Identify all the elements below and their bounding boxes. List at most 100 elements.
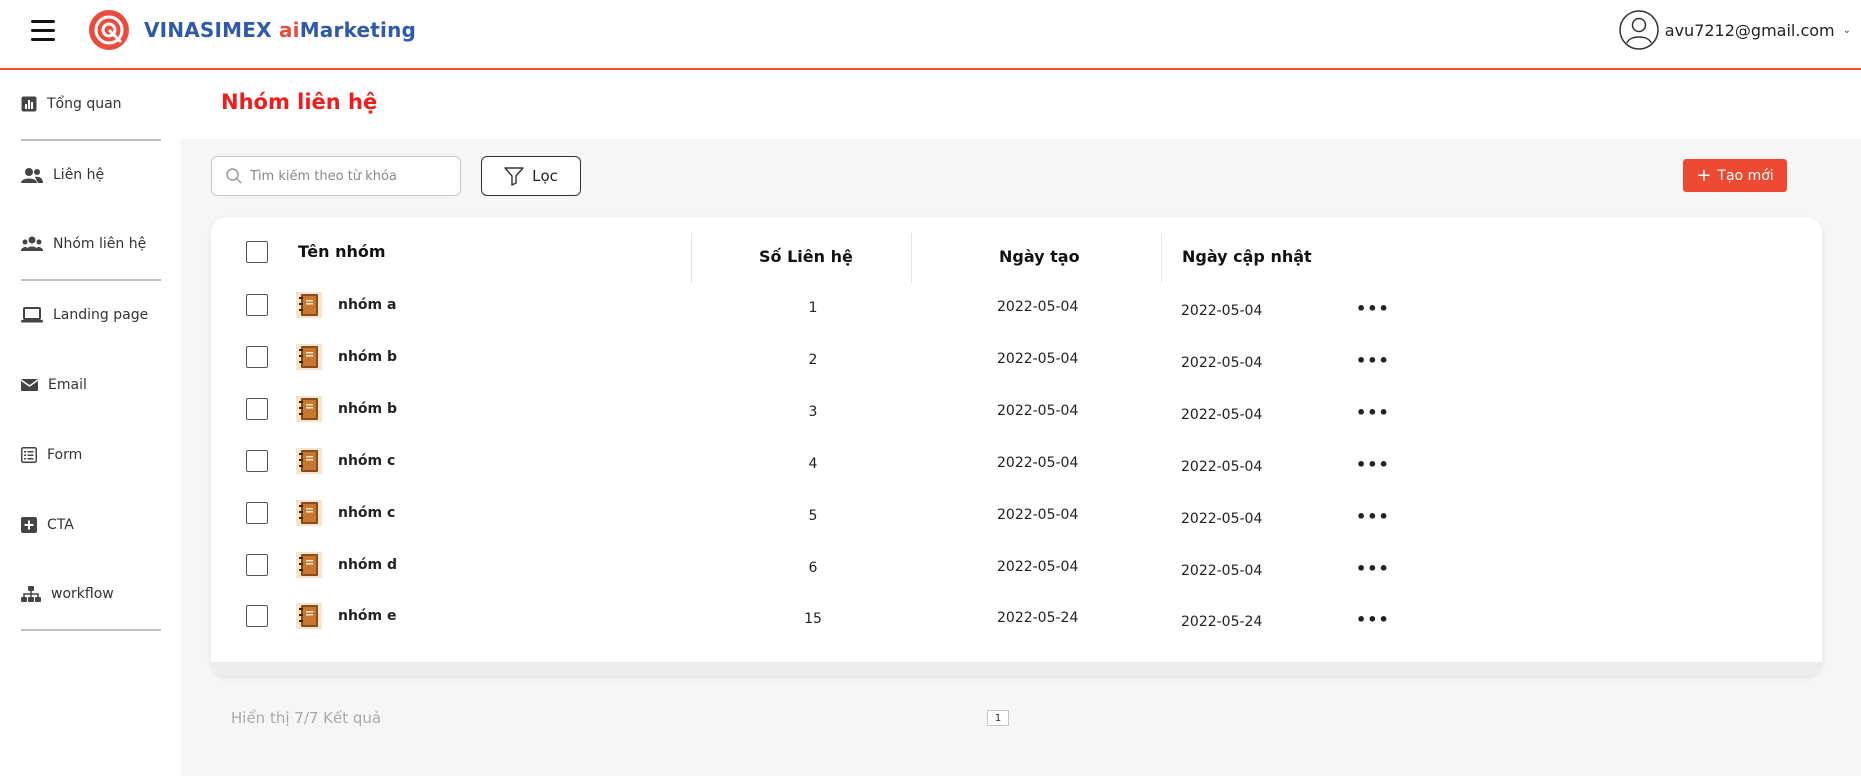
contact-count: 4	[808, 456, 818, 472]
address-book-icon	[296, 344, 322, 370]
contact-count: 1	[808, 300, 818, 316]
sidebar-item-contact-groups[interactable]: Nhóm liên hệ	[21, 236, 146, 252]
header-created-date[interactable]: Ngày tạo	[999, 247, 1080, 266]
table-footer-bar	[211, 662, 1822, 676]
contact-count: 2	[808, 352, 818, 368]
create-label: Tạo mới	[1717, 167, 1774, 184]
user-menu[interactable]: avu7212@gmail.com ⌄	[1619, 10, 1851, 50]
sidebar-divider	[21, 279, 161, 281]
more-options-icon[interactable]: •••	[1356, 403, 1390, 422]
sidebar-item-form[interactable]: Form	[21, 447, 82, 463]
user-group-icon	[21, 236, 43, 251]
created-date: 2022-05-24	[997, 610, 1079, 626]
search-input[interactable]	[250, 168, 450, 184]
created-date: 2022-05-04	[997, 351, 1079, 367]
user-avatar-icon	[1619, 10, 1659, 50]
updated-date: 2022-05-04	[1181, 355, 1263, 371]
column-divider	[911, 233, 912, 283]
plus-square-icon	[21, 517, 37, 533]
users-icon	[21, 168, 43, 183]
created-date: 2022-05-04	[997, 559, 1079, 575]
more-options-icon[interactable]: •••	[1356, 351, 1390, 370]
address-book-icon	[296, 500, 322, 526]
header-contact-count[interactable]: Số Liên hệ	[759, 247, 853, 266]
select-all-checkbox[interactable]	[246, 241, 268, 263]
chevron-down-icon: ⌄	[1842, 24, 1851, 36]
group-name[interactable]: nhóm b	[338, 349, 397, 365]
page-button[interactable]: 1	[987, 710, 1009, 726]
sidebar: Tổng quan Liên hệ Nhóm liên hệ Landing p…	[0, 70, 181, 776]
group-name[interactable]: nhóm d	[338, 557, 397, 573]
sidebar-item-overview[interactable]: Tổng quan	[21, 96, 122, 112]
created-date: 2022-05-04	[997, 299, 1079, 315]
address-book-icon	[296, 603, 322, 629]
funnel-icon	[504, 167, 524, 186]
created-date: 2022-05-04	[997, 455, 1079, 471]
more-options-icon[interactable]: •••	[1356, 455, 1390, 474]
brand-name[interactable]: VINASIMEX aiMarketing	[144, 18, 416, 42]
brand-logo[interactable]	[88, 9, 130, 51]
sidebar-item-label: Email	[48, 377, 87, 393]
sidebar-divider	[21, 139, 161, 141]
address-book-icon	[296, 292, 322, 318]
top-header: VINASIMEX aiMarketing avu7212@gmail.com …	[0, 0, 1861, 70]
sitemap-icon	[21, 586, 41, 602]
sidebar-item-label: Landing page	[53, 307, 149, 323]
search-box[interactable]	[211, 156, 461, 196]
row-checkbox[interactable]	[246, 294, 268, 316]
created-date: 2022-05-04	[997, 507, 1079, 523]
sidebar-item-label: Nhóm liên hệ	[53, 236, 147, 252]
created-date: 2022-05-04	[997, 403, 1079, 419]
sidebar-item-label: Form	[47, 447, 83, 463]
group-name[interactable]: nhóm e	[338, 608, 397, 624]
updated-date: 2022-05-04	[1181, 303, 1263, 319]
updated-date: 2022-05-04	[1181, 563, 1263, 579]
row-checkbox[interactable]	[246, 450, 268, 472]
more-options-icon[interactable]: •••	[1356, 559, 1390, 578]
header-group-name[interactable]: Tên nhóm	[298, 242, 386, 261]
more-options-icon[interactable]: •••	[1356, 299, 1390, 318]
search-icon	[226, 168, 242, 184]
contact-count: 3	[808, 404, 818, 420]
row-checkbox[interactable]	[246, 502, 268, 524]
form-icon	[21, 447, 37, 463]
bar-chart-icon	[21, 96, 37, 112]
sidebar-item-workflow[interactable]: workflow	[21, 586, 114, 602]
filter-button[interactable]: Lọc	[481, 156, 581, 196]
envelope-icon	[21, 379, 38, 391]
row-checkbox[interactable]	[246, 554, 268, 576]
user-email: avu7212@gmail.com	[1664, 20, 1835, 40]
column-divider	[691, 233, 692, 283]
updated-date: 2022-05-04	[1181, 511, 1263, 527]
updated-date: 2022-05-04	[1181, 407, 1263, 423]
plus-icon: +	[1696, 164, 1712, 186]
filter-label: Lọc	[532, 167, 558, 185]
row-checkbox[interactable]	[246, 346, 268, 368]
laptop-icon	[21, 307, 43, 323]
page-title: Nhóm liên hệ	[221, 90, 378, 114]
group-name[interactable]: nhóm c	[338, 453, 395, 469]
more-options-icon[interactable]: •••	[1356, 610, 1390, 629]
group-name[interactable]: nhóm a	[338, 297, 396, 313]
sidebar-item-label: CTA	[47, 517, 74, 533]
more-options-icon[interactable]: •••	[1356, 507, 1390, 526]
header-updated-date[interactable]: Ngày cập nhật	[1182, 247, 1312, 266]
row-checkbox[interactable]	[246, 398, 268, 420]
result-count: Hiển thị 7/7 Kết quả	[231, 709, 382, 727]
sidebar-item-label: Liên hệ	[53, 167, 105, 183]
updated-date: 2022-05-24	[1181, 614, 1263, 630]
create-new-button[interactable]: + Tạo mới	[1683, 159, 1787, 192]
sidebar-item-email[interactable]: Email	[21, 377, 87, 393]
sidebar-item-label: workflow	[51, 586, 114, 602]
sidebar-item-contacts[interactable]: Liên hệ	[21, 167, 104, 183]
group-name[interactable]: nhóm b	[338, 401, 397, 417]
contact-count: 15	[804, 611, 822, 627]
row-checkbox[interactable]	[246, 605, 268, 627]
group-name[interactable]: nhóm c	[338, 505, 395, 521]
groups-table: Tên nhóm Số Liên hệ Ngày tạo Ngày cập nh…	[211, 217, 1822, 676]
hamburger-menu-icon[interactable]	[31, 20, 55, 42]
sidebar-item-cta[interactable]: CTA	[21, 517, 74, 533]
column-divider	[1161, 233, 1162, 283]
contact-count: 6	[808, 560, 818, 576]
sidebar-item-landing-page[interactable]: Landing page	[21, 307, 148, 323]
